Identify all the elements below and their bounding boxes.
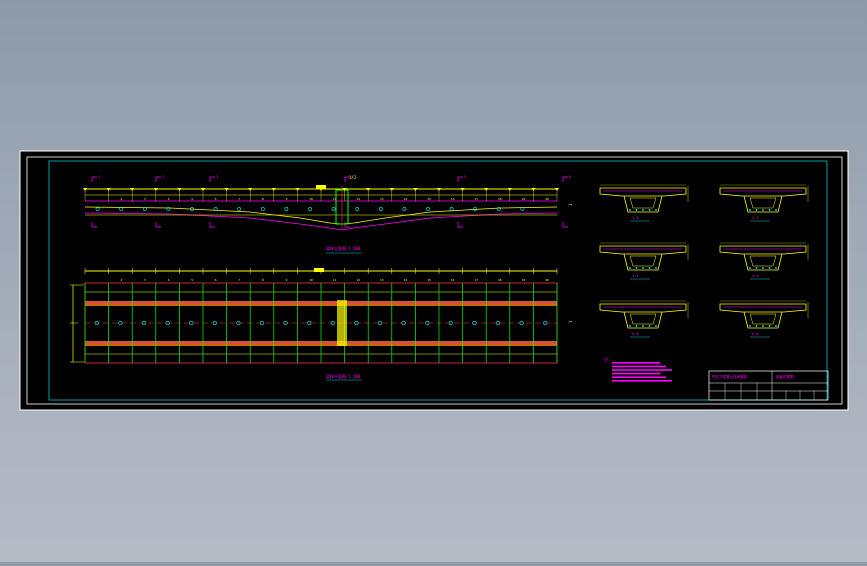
plan-segment-number: 16 xyxy=(451,278,455,282)
elevation-segment-number: 2 xyxy=(120,197,122,201)
section-duct xyxy=(635,325,638,327)
section-duct xyxy=(775,209,777,211)
plan-segment-number: 8 xyxy=(262,278,264,282)
elevation-segment-number: 20 xyxy=(545,197,549,201)
section-duct xyxy=(642,209,644,211)
section-duct xyxy=(768,267,771,269)
section-duct xyxy=(768,325,771,327)
section-duct xyxy=(755,325,758,327)
notes-line xyxy=(612,380,672,382)
section-duct xyxy=(749,209,751,211)
section-duct xyxy=(648,267,651,269)
section-duct xyxy=(768,209,771,211)
plan-segment-number: 5 xyxy=(191,278,193,282)
notes-line xyxy=(612,372,660,375)
plan-title: 梁体平面图 1:100 xyxy=(326,373,361,379)
elevation-segment-number: 13 xyxy=(380,197,384,201)
section-label: 4-4 xyxy=(752,274,758,278)
section-duct xyxy=(629,325,631,327)
section-duct xyxy=(648,325,651,327)
section-label: 2-2 xyxy=(752,216,758,220)
elevation-segment-number: 19 xyxy=(522,197,526,201)
plan-segments xyxy=(84,283,558,363)
elevation-top-marker: 1/2 xyxy=(349,175,357,180)
notes-line xyxy=(612,362,660,364)
elevation-segment-number: 7 xyxy=(238,197,240,201)
section-duct xyxy=(635,209,638,211)
section-duct xyxy=(775,267,777,269)
plan-segment-number: 2 xyxy=(120,278,122,282)
plan-segment-number: 20 xyxy=(545,278,549,282)
elevation-section-marker-label: 3 xyxy=(216,175,218,179)
elevation-segment-number: 12 xyxy=(356,197,360,201)
section-duct xyxy=(762,209,764,211)
plan-segment-number: 10 xyxy=(309,278,313,282)
plan-segment-number: 18 xyxy=(498,278,502,282)
plan-pier-block xyxy=(337,300,347,346)
section-duct xyxy=(655,209,657,211)
title-block-project: 预应力混凝土连续箱梁 xyxy=(712,374,747,379)
section-label: 3-3 xyxy=(632,274,638,278)
plan-segment-number: 9 xyxy=(286,278,288,282)
elevation-section-marker-label: 1 xyxy=(98,175,100,179)
elevation-segment-number: 16 xyxy=(451,197,455,201)
plan-top-label-box xyxy=(314,268,324,272)
notes-line xyxy=(612,369,672,371)
plan-segment-number: 12 xyxy=(356,278,360,282)
section-duct xyxy=(749,267,751,269)
notes-header: 注: xyxy=(604,356,610,362)
elevation-segment-number: 17 xyxy=(474,197,478,201)
elevation-segment-number: 3 xyxy=(144,197,146,201)
elevation-segment-number: 18 xyxy=(498,197,502,201)
section-label: 5-5 xyxy=(632,332,638,336)
elevation-segment-number: 9 xyxy=(286,197,288,201)
elevation-segment-number: 10 xyxy=(309,197,313,201)
plan-segment-number: 11 xyxy=(333,278,337,282)
elevation-top-label-box xyxy=(316,185,326,189)
title-block-drawing-name: 钢束布置图 xyxy=(776,374,794,379)
plan-segment-number: 17 xyxy=(474,278,478,282)
plan-segment-number: 3 xyxy=(144,278,146,282)
section-duct xyxy=(775,325,777,327)
elevation-segment-number: 8 xyxy=(262,197,264,201)
section-duct xyxy=(635,267,638,269)
section-duct xyxy=(629,267,631,269)
section-duct xyxy=(749,325,751,327)
plan-segment-number: 4 xyxy=(168,278,170,282)
cad-drawing: 123456 2 3 4 5 6 7 8 9 10 11 12 13 14 15 16 17 18 19 20 1/… xyxy=(19,150,849,411)
plan-segment-number: 7 xyxy=(238,278,240,282)
notes-line xyxy=(612,365,666,368)
elevation-section-marker-label: 6 xyxy=(569,175,571,179)
elevation-section-marker-label: 2 xyxy=(162,175,164,179)
notes-line xyxy=(612,376,666,378)
section-label: 1-1 xyxy=(632,216,638,220)
elevation-segment-number: 4 xyxy=(168,197,170,201)
section-duct xyxy=(642,267,644,269)
section-duct xyxy=(755,209,758,211)
elevation-section-marker-label: 5 xyxy=(464,175,466,179)
plan-segment-number: 6 xyxy=(215,278,217,282)
elevation-segment-number: 6 xyxy=(215,197,217,201)
section-duct xyxy=(629,209,631,211)
elevation-title: 梁体立面图 1:100 xyxy=(326,245,361,251)
section-duct xyxy=(655,267,657,269)
section-duct xyxy=(762,325,764,327)
cad-viewport: 123456 2 3 4 5 6 7 8 9 10 11 12 13 14 15 16 17 18 19 20 1/… xyxy=(0,0,867,562)
elevation-segment-number: 14 xyxy=(404,197,408,201)
plan-segment-number: 19 xyxy=(522,278,526,282)
section-duct xyxy=(642,325,644,327)
plan-segment-number: 15 xyxy=(427,278,431,282)
plan-segment-number: 13 xyxy=(380,278,384,282)
section-duct xyxy=(655,325,657,327)
elevation-segment-number: 15 xyxy=(427,197,431,201)
elevation-segment-number: 11 xyxy=(333,197,337,201)
elevation-segment-number: 5 xyxy=(191,197,193,201)
section-duct xyxy=(648,209,651,211)
section-label: 6-6 xyxy=(752,332,758,336)
section-duct xyxy=(762,267,764,269)
section-duct xyxy=(755,267,758,269)
plan-segment-number: 14 xyxy=(404,278,408,282)
